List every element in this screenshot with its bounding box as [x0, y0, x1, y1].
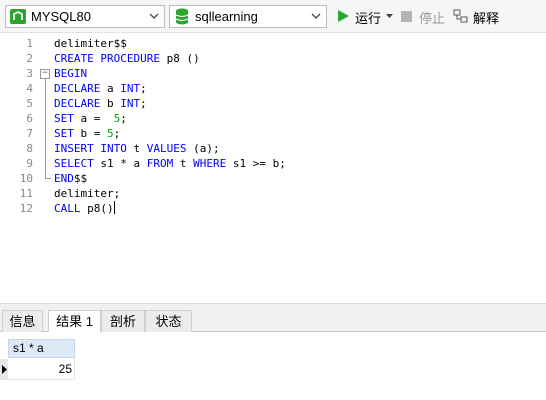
line-number: 11: [19, 187, 33, 200]
line-number: 9: [26, 157, 33, 170]
fold-line: [45, 79, 46, 178]
tab-profile[interactable]: 剖析: [101, 310, 145, 332]
database-icon: [175, 8, 189, 25]
line-number: 7: [26, 127, 33, 140]
explain-icon: [453, 9, 468, 23]
code-line: BEGIN: [54, 67, 88, 80]
chevron-down-icon: [311, 13, 321, 19]
sql-editor[interactable]: 1 2 3 4 5 6 7 8 9 10 11 12 − delimiter$$…: [0, 33, 546, 303]
tab-result-1[interactable]: 结果 1: [48, 310, 101, 333]
line-number: 2: [26, 52, 33, 65]
explain-label: 解释: [473, 11, 500, 26]
result-grid: s1 * a 25: [0, 332, 546, 400]
code-line: SELECT s1 * a FROM t WHERE s1 >= b;: [54, 157, 286, 170]
grid-cell[interactable]: 25: [8, 359, 75, 380]
code-line: SET b = 5;: [54, 127, 121, 140]
fold-end-marker: [45, 178, 51, 179]
tab-status[interactable]: 状态: [145, 310, 192, 332]
line-number: 6: [26, 112, 33, 125]
code-line: CALL p8(): [54, 201, 115, 215]
line-number-gutter: 1 2 3 4 5 6 7 8 9 10 11 12: [0, 33, 37, 303]
stop-label: 停止: [419, 11, 446, 26]
database-select[interactable]: sqllearning: [169, 5, 327, 28]
code-line: INSERT INTO t VALUES (a);: [54, 142, 220, 155]
connection-select[interactable]: MYSQL80: [5, 5, 165, 28]
connection-icon: [10, 9, 26, 24]
text-caret: [113, 201, 115, 214]
chevron-down-icon: [149, 13, 159, 19]
code-line: DECLARE a INT;: [54, 82, 147, 95]
chevron-down-icon[interactable]: [386, 14, 393, 19]
line-number: 10: [19, 172, 33, 185]
code-line: DECLARE b INT;: [54, 97, 147, 110]
code-line: CREATE PROCEDURE p8 (): [54, 52, 200, 65]
code-line: END$$: [54, 172, 88, 185]
run-icon: [338, 10, 349, 22]
database-label: sqllearning: [195, 9, 258, 24]
result-tab-bar: 信息 结果 1 剖析 状态: [0, 309, 546, 333]
column-header[interactable]: s1 * a: [8, 339, 75, 358]
toolbar: MYSQL80 sqllearning 运行 停止 解释: [0, 0, 546, 33]
line-number: 3: [26, 67, 33, 80]
connection-label: MYSQL80: [31, 9, 91, 24]
line-number: 12: [19, 202, 33, 215]
row-indicator[interactable]: [0, 359, 8, 380]
code-line: delimiter;: [54, 187, 121, 200]
code-line: SET a = 5;: [54, 112, 127, 125]
code-line: delimiter$$: [54, 37, 127, 50]
line-number: 1: [26, 37, 33, 50]
row-pointer-icon: [2, 365, 7, 374]
line-number: 5: [26, 97, 33, 110]
line-number: 4: [26, 82, 33, 95]
fold-icon[interactable]: −: [40, 69, 50, 79]
stop-icon: [401, 11, 412, 22]
tab-info[interactable]: 信息: [2, 310, 43, 332]
run-label: 运行: [355, 11, 382, 26]
line-number: 8: [26, 142, 33, 155]
